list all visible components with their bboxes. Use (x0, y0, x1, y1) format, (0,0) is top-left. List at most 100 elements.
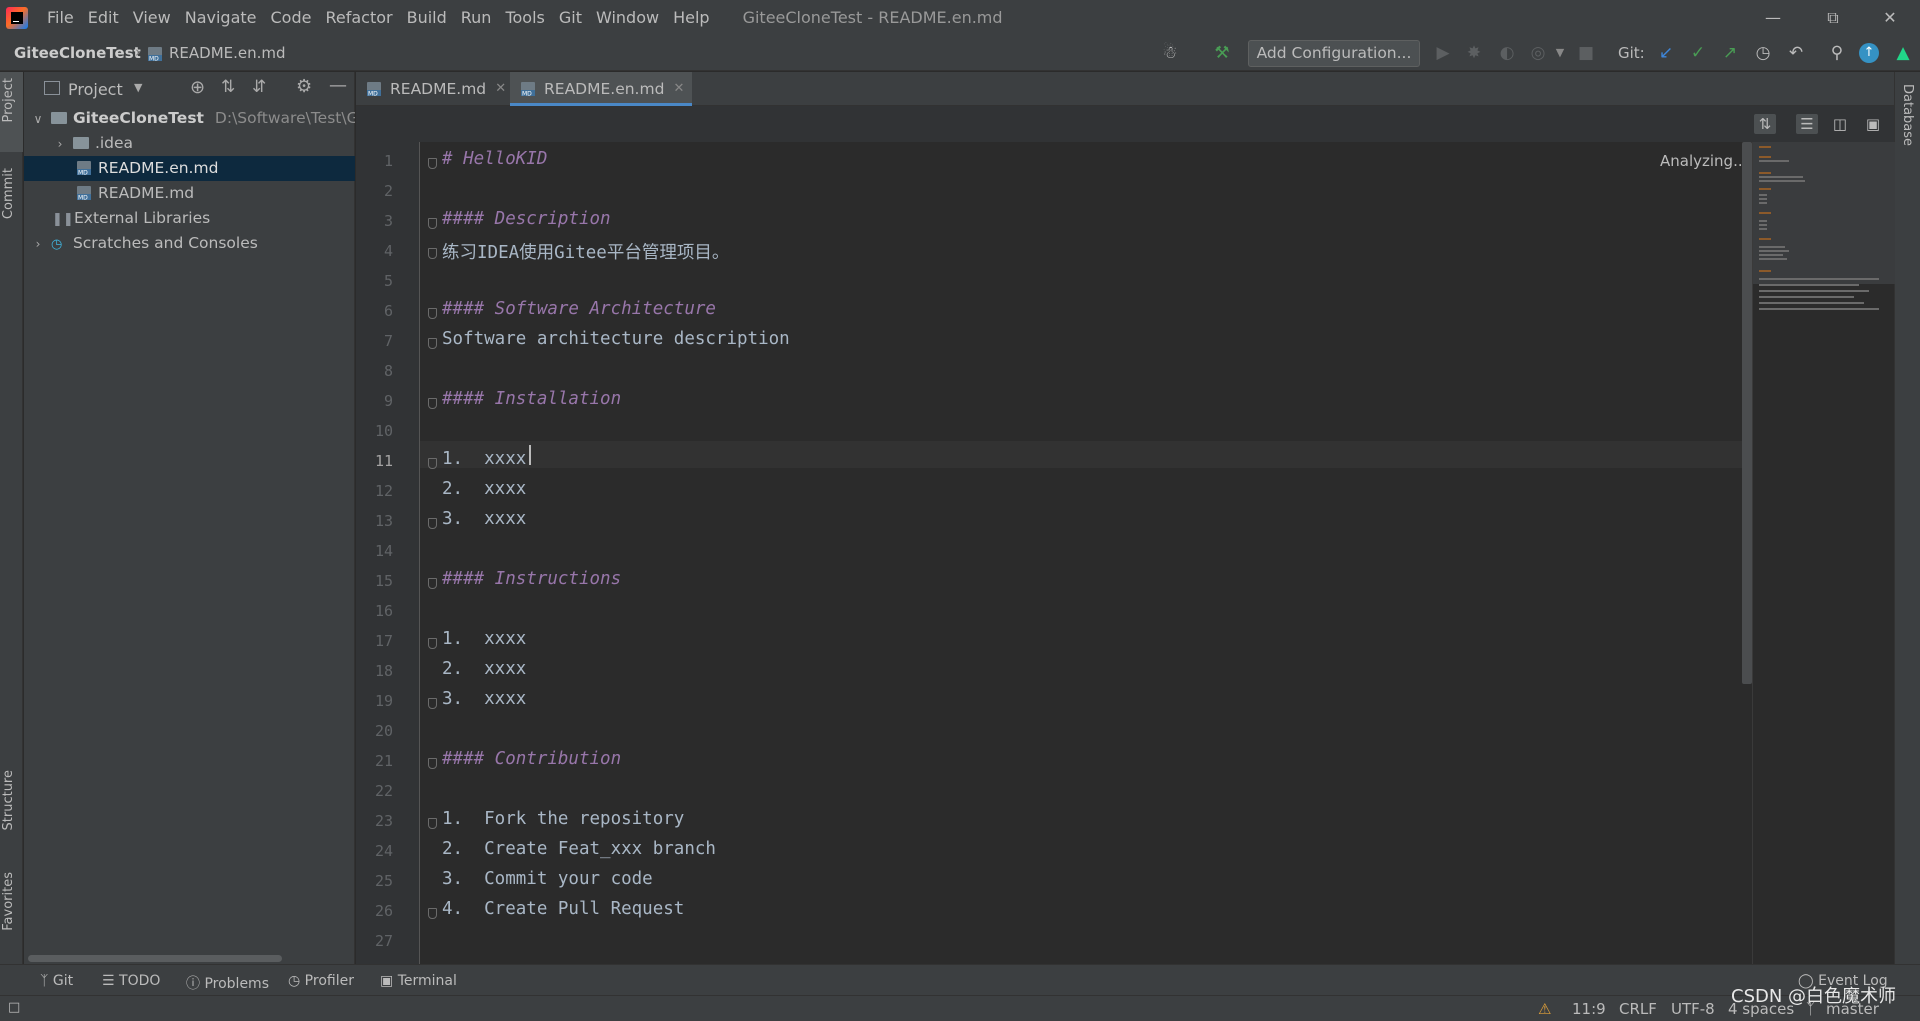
search-icon[interactable]: ⚲ (1827, 43, 1847, 63)
close-icon[interactable]: ✕ (674, 72, 685, 106)
fold-marker-icon[interactable] (428, 638, 437, 649)
fold-marker-icon[interactable] (428, 248, 437, 259)
project-view-selector[interactable]: Project (68, 80, 123, 99)
tool-tab-problems[interactable]: ⓘ Problems (186, 973, 269, 993)
menu-edit[interactable]: Edit (81, 0, 126, 35)
tool-window-toggle-icon[interactable]: □ (8, 1000, 20, 1015)
coverage-icon[interactable]: ◐ (1497, 43, 1517, 63)
fold-marker-icon[interactable] (428, 308, 437, 319)
menu-window[interactable]: Window (589, 0, 666, 35)
fold-marker-icon[interactable] (428, 908, 437, 919)
warning-icon[interactable]: ⚠ (1538, 1000, 1551, 1018)
chevron-right-icon[interactable]: › (52, 132, 68, 156)
split-view-icon[interactable]: ◫ (1829, 114, 1851, 134)
chevron-down-icon[interactable]: ▼ (134, 81, 142, 94)
user-icon[interactable]: ☃ (1160, 43, 1180, 63)
stop-icon[interactable]: ■ (1576, 43, 1596, 63)
tree-root[interactable]: ∨ GiteeCloneTest D:\Software\Test\Gite (24, 106, 355, 131)
tool-tab-favorites[interactable]: Favorites (1, 872, 23, 931)
close-window-icon[interactable]: ✕ (1862, 0, 1918, 35)
tree-item-scratches[interactable]: › ◷ Scratches and Consoles (24, 231, 355, 256)
tab-readme-en[interactable]: MD README.en.md ✕ (510, 72, 693, 106)
fold-marker-icon[interactable] (428, 578, 437, 589)
tool-tab-database[interactable]: Database (1900, 84, 1915, 146)
tree-item-readme-en[interactable]: MD README.en.md (24, 156, 355, 181)
minimize-icon[interactable]: — (1745, 0, 1801, 35)
tree-item-readme[interactable]: MD README.md (24, 181, 355, 206)
git-update-icon[interactable]: ↙ (1656, 43, 1676, 63)
update-icon[interactable]: ↑ (1859, 43, 1879, 63)
fold-marker-icon[interactable] (428, 758, 437, 769)
git-rollback-icon[interactable]: ↶ (1786, 43, 1806, 63)
tool-tab-terminal[interactable]: ▣ Terminal (380, 973, 457, 989)
line-number-gutter[interactable]: 1 2 3 4 5 6 7 8 9 10 11 12 13 14 15 16 17 18 19 20 21 22 23 24 2… (356, 142, 420, 964)
collapse-all-icon[interactable]: ⇵ (252, 77, 266, 97)
menu-build[interactable]: Build (400, 0, 454, 35)
preview-viewport (1753, 142, 1895, 284)
tool-tab-commit[interactable]: Commit (1, 168, 23, 219)
breadcrumb-project[interactable]: GiteeCloneTest (14, 44, 141, 62)
breadcrumb-file[interactable]: README.en.md (169, 44, 286, 62)
file-encoding[interactable]: UTF-8 (1671, 1000, 1715, 1018)
scroll-sync-icon[interactable]: ⇅ (1754, 114, 1776, 134)
preview-line (1759, 308, 1879, 310)
restore-icon[interactable]: ⧉ (1805, 0, 1861, 35)
menu-git[interactable]: Git (552, 0, 589, 35)
preview-only-icon[interactable]: ▣ (1862, 114, 1884, 134)
menu-view[interactable]: View (126, 0, 178, 35)
markdown-preview-pane[interactable] (1752, 142, 1895, 964)
tab-readme[interactable]: MD README.md ✕ (356, 72, 514, 106)
fold-marker-icon[interactable] (428, 458, 437, 469)
debug-icon[interactable]: ✸ (1464, 43, 1484, 63)
tool-tab-project[interactable]: Project (1, 78, 23, 122)
svg-text:MD: MD (368, 91, 378, 98)
tool-tab-structure[interactable]: Structure (1, 770, 23, 830)
tool-tab-profiler[interactable]: ◷ Profiler (288, 973, 354, 989)
tree-item-external-libraries[interactable]: ❚❚External Libraries (24, 206, 355, 231)
fold-marker-icon[interactable] (428, 398, 437, 409)
fold-marker-icon[interactable] (428, 338, 437, 349)
run-icon[interactable]: ▶ (1433, 43, 1453, 63)
fold-marker-icon[interactable] (428, 818, 437, 829)
fold-marker-icon[interactable] (428, 158, 437, 169)
locate-icon[interactable]: ⊕ (190, 77, 205, 98)
menu-run[interactable]: Run (454, 0, 499, 35)
editor-only-icon[interactable]: ☰ (1796, 114, 1818, 134)
line-number: 18 (374, 662, 393, 680)
more-run-chevron-icon[interactable]: ▼ (1550, 43, 1570, 63)
add-configuration-button[interactable]: Add Configuration... (1248, 40, 1420, 67)
menu-refactor[interactable]: Refactor (318, 0, 399, 35)
profile-icon[interactable]: ◎ (1528, 43, 1548, 63)
fold-marker-icon[interactable] (428, 698, 437, 709)
git-commit-icon[interactable]: ✓ (1688, 43, 1708, 63)
close-icon[interactable]: ✕ (495, 72, 506, 106)
menu-file[interactable]: File (40, 0, 81, 35)
tool-tab-todo[interactable]: ☰ TODO (102, 973, 160, 989)
menu-help[interactable]: Help (666, 0, 716, 35)
hide-panel-icon[interactable]: — (329, 75, 347, 96)
menu-tools[interactable]: Tools (498, 0, 551, 35)
line-separator[interactable]: CRLF (1619, 1000, 1657, 1018)
build-hammer-icon[interactable]: ⚒ (1212, 43, 1232, 63)
tree-item-label: .idea (94, 134, 134, 152)
svg-text:MD: MD (78, 170, 88, 177)
git-push-icon[interactable]: ↗ (1720, 43, 1740, 63)
git-history-icon[interactable]: ◷ (1753, 43, 1773, 63)
chevron-right-icon[interactable]: › (30, 232, 46, 256)
chevron-down-icon[interactable]: ∨ (30, 107, 46, 131)
menu-code[interactable]: Code (264, 0, 319, 35)
tool-tab-git[interactable]: ᛉ Git (40, 973, 73, 989)
tree-item-idea[interactable]: › .idea (24, 131, 355, 156)
vertical-scrollbar[interactable] (1742, 142, 1752, 684)
caret-position[interactable]: 11:9 (1572, 1000, 1606, 1018)
fold-marker-icon[interactable] (428, 518, 437, 529)
menu-navigate[interactable]: Navigate (178, 0, 264, 35)
horizontal-scrollbar[interactable] (28, 955, 282, 962)
preview-line (1759, 228, 1767, 230)
expand-all-icon[interactable]: ⇅ (221, 77, 235, 97)
toolbox-icon[interactable]: ▲ (1893, 43, 1913, 63)
code-line: 2. xxxx (442, 479, 527, 499)
editor[interactable]: ⇅ ☰ ◫ ▣ 1 2 3 4 5 6 7 8 9 10 11 12 13 14 15 16 17 18 19 20 2… (356, 106, 1895, 964)
fold-marker-icon[interactable] (428, 218, 437, 229)
gear-icon[interactable]: ⚙ (296, 76, 312, 97)
